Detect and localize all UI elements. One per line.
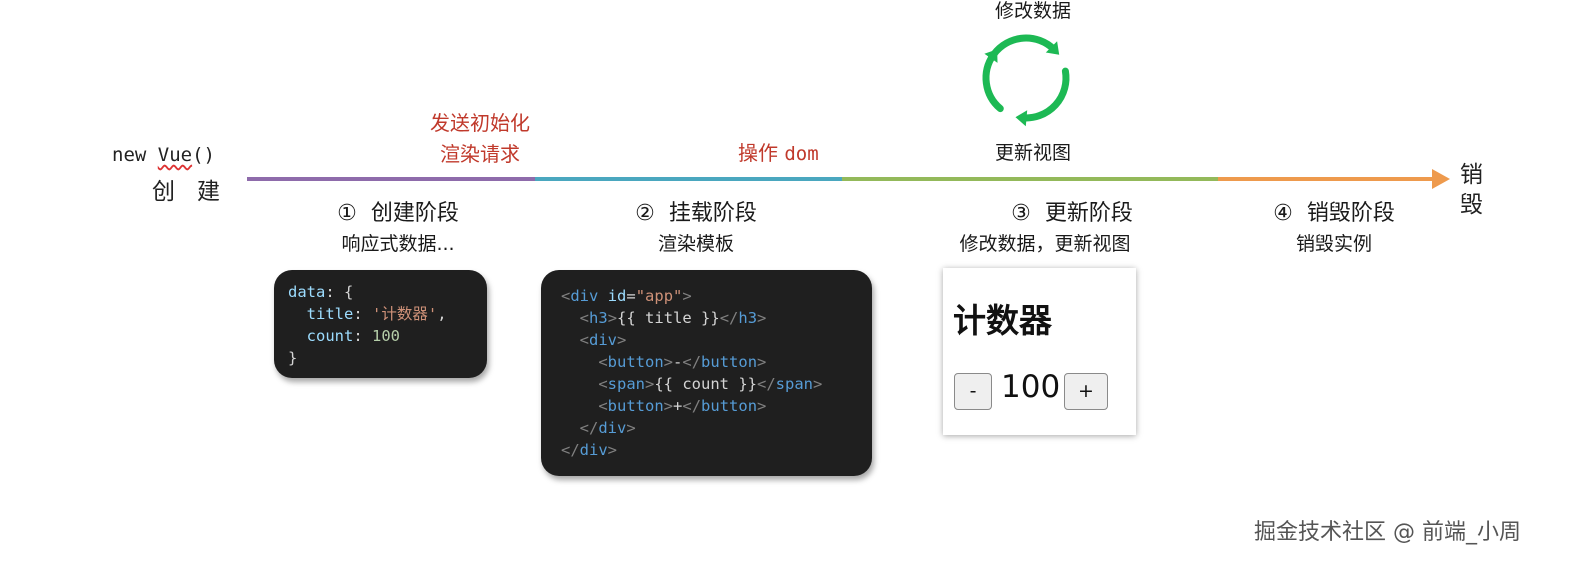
stage-update-title: ③ 更新阶段 bbox=[1011, 201, 1133, 226]
counter-preview: 计数器 - 100 + bbox=[943, 268, 1136, 435]
cycle-arc-1 bbox=[987, 34, 1058, 62]
stage-update-subtitle: 修改数据，更新视图 bbox=[959, 233, 1131, 255]
lifecycle-timeline bbox=[247, 169, 1450, 189]
stage-mount-title: ② 挂载阶段 bbox=[635, 201, 757, 226]
counter-value: 100 bbox=[1001, 369, 1061, 405]
timeline-arrowhead bbox=[1432, 169, 1450, 189]
destroy-end-label: 销 毁 bbox=[1460, 162, 1483, 218]
stage-create-title: ① 创建阶段 bbox=[337, 201, 459, 226]
data-code-block: data: { title: '计数器', count: 100 } bbox=[274, 270, 487, 378]
stage-mount-subtitle: 渲染模板 bbox=[657, 233, 734, 255]
stage-destroy-title: ④ 销毁阶段 bbox=[1273, 201, 1395, 226]
init-request-line-1: 发送初始化 bbox=[430, 111, 530, 135]
cycle-arc-3 bbox=[982, 51, 1004, 113]
increment-button[interactable]: + bbox=[1064, 373, 1108, 410]
cycle-modify-data-label: 修改数据 bbox=[994, 0, 1071, 22]
cycle-arc-2 bbox=[1019, 67, 1070, 122]
decrement-button[interactable]: - bbox=[954, 373, 992, 410]
cycle-arrowhead-2 bbox=[1015, 110, 1028, 127]
refresh-cycle-icon bbox=[982, 34, 1070, 127]
stage-destroy-subtitle: 销毁实例 bbox=[1295, 233, 1372, 255]
counter-title: 计数器 bbox=[953, 301, 1052, 340]
template-code-block: <div id="app"> <h3>{{ title }}</h3> <div… bbox=[541, 270, 872, 476]
watermark: 掘金技术社区 @ 前端_小周 bbox=[1254, 520, 1521, 545]
stage-create-subtitle: 响应式数据... bbox=[341, 233, 455, 255]
